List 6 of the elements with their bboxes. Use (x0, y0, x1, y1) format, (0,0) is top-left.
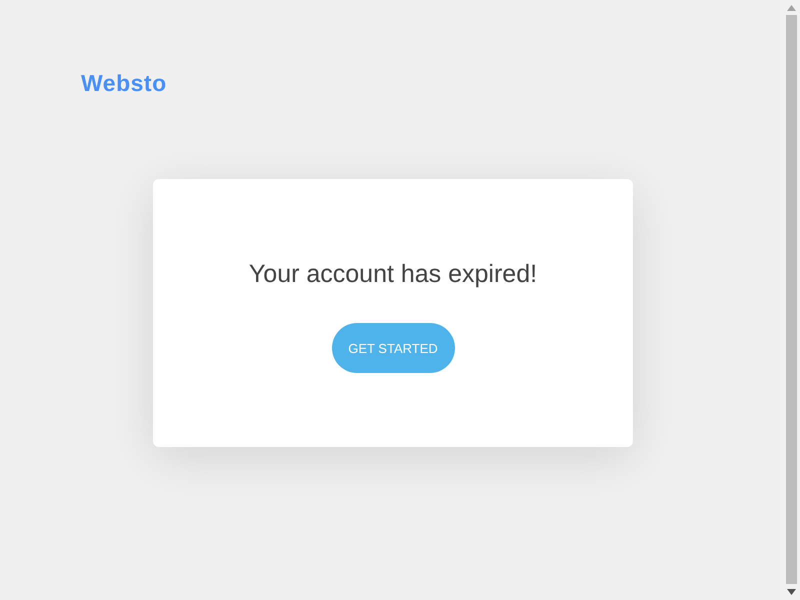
expired-message: Your account has expired! (248, 260, 538, 289)
logo: Websto (81, 70, 167, 98)
scroll-thumb[interactable] (786, 15, 797, 584)
scroll-down-icon[interactable] (787, 589, 796, 595)
get-started-button[interactable]: GET STARTED (332, 323, 454, 373)
scroll-up-icon[interactable] (787, 5, 796, 11)
